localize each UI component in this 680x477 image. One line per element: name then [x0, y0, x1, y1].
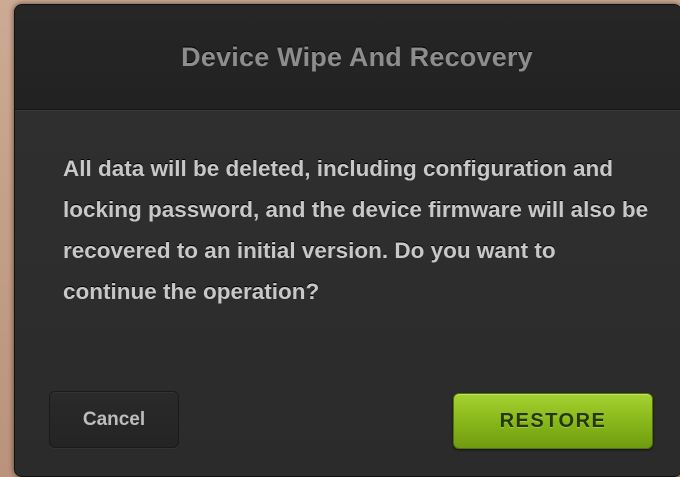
dialog-body: All data will be deleted, including conf…: [15, 111, 680, 476]
restore-button[interactable]: RESTORE: [453, 393, 653, 449]
dialog-message: All data will be deleted, including conf…: [63, 156, 649, 304]
cancel-button[interactable]: Cancel: [49, 391, 179, 448]
dialog-header: Device Wipe And Recovery: [15, 5, 680, 110]
device-wipe-dialog: Device Wipe And Recovery All data will b…: [14, 4, 680, 477]
dialog-title: Device Wipe And Recovery: [181, 41, 533, 72]
